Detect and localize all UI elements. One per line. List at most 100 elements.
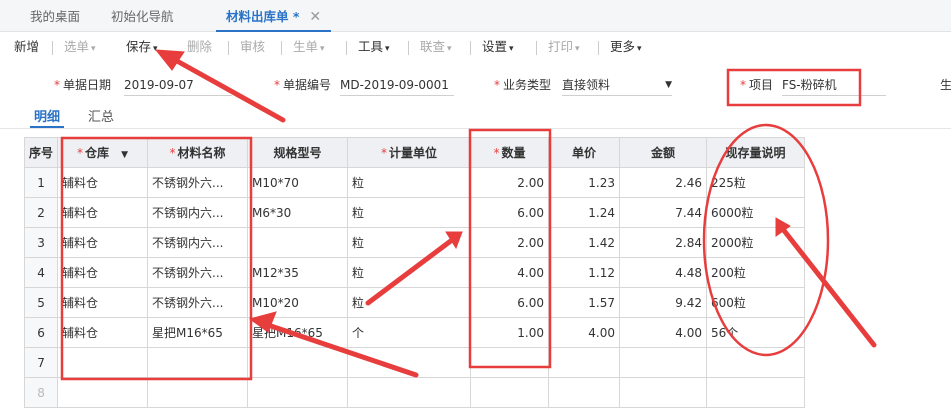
table-row[interactable]: 5 辅料仓 不锈钢外六... M10*20 粒 6.00 1.57 9.42 6… bbox=[23, 287, 806, 318]
cell-qty[interactable] bbox=[470, 347, 550, 378]
tab-material-out[interactable]: 材料出库单 * ✕ bbox=[216, 0, 332, 32]
cell-price[interactable]: 1.23 bbox=[548, 167, 621, 198]
number-field[interactable]: MD-2019-09-0001 bbox=[340, 74, 454, 96]
cell-price[interactable]: 1.57 bbox=[548, 287, 621, 318]
delete-button[interactable]: 删除 bbox=[187, 32, 212, 62]
project-value: FS-粉碎机 bbox=[782, 78, 837, 92]
save-button[interactable]: 保存 ▾ bbox=[126, 32, 158, 62]
tab-desktop[interactable]: 我的桌面 bbox=[30, 0, 80, 32]
select-order-button[interactable]: 选单 ▾ bbox=[64, 32, 96, 62]
cell-price[interactable]: 1.42 bbox=[548, 227, 621, 258]
cell-amount[interactable]: 2.84 bbox=[619, 227, 708, 258]
query-button[interactable]: 联查 ▾ bbox=[420, 32, 452, 62]
cell-warehouse[interactable] bbox=[57, 347, 149, 378]
cell-spec[interactable]: M10*20 bbox=[247, 287, 349, 318]
cell-spec[interactable]: M10*70 bbox=[247, 167, 349, 198]
table-row[interactable]: 4 辅料仓 不锈钢外六... M12*35 粒 4.00 1.12 4.48 2… bbox=[23, 257, 806, 288]
col-header-warehouse[interactable]: * 仓库 ▼ bbox=[57, 137, 149, 168]
cell-unit[interactable]: 粒 bbox=[347, 197, 472, 228]
cell-spec[interactable]: M6*30 bbox=[247, 197, 349, 228]
cell-material[interactable]: 不锈钢内六... bbox=[147, 197, 249, 228]
cell-warehouse[interactable]: 辅料仓 bbox=[57, 227, 149, 258]
cell-warehouse[interactable] bbox=[57, 377, 149, 408]
chevron-down-icon: ▾ bbox=[153, 44, 158, 54]
cell-seq: 7 bbox=[23, 347, 59, 378]
generate-button[interactable]: 生单 ▾ bbox=[293, 32, 325, 62]
cell-qty[interactable]: 1.00 bbox=[470, 317, 550, 348]
toolbar-divider bbox=[408, 41, 409, 55]
cell-amount[interactable]: 9.42 bbox=[619, 287, 708, 318]
cell-seq: 5 bbox=[23, 287, 59, 318]
new-button[interactable]: 新增 bbox=[14, 32, 39, 62]
cell-material[interactable]: 不锈钢外六... bbox=[147, 167, 249, 198]
cell-spec[interactable] bbox=[247, 347, 349, 378]
cell-material[interactable]: 星把M16*65 bbox=[147, 317, 249, 348]
cell-warehouse[interactable]: 辅料仓 bbox=[57, 167, 149, 198]
table-row[interactable]: 2 辅料仓 不锈钢内六... M6*30 粒 6.00 1.24 7.44 60… bbox=[23, 197, 806, 228]
table-row[interactable]: 8 bbox=[23, 377, 806, 408]
cell-qty[interactable] bbox=[470, 377, 550, 408]
cell-amount[interactable]: 2.46 bbox=[619, 167, 708, 198]
cell-warehouse[interactable]: 辅料仓 bbox=[57, 257, 149, 288]
toolbar-divider bbox=[52, 41, 53, 55]
cell-price[interactable]: 1.24 bbox=[548, 197, 621, 228]
settings-button[interactable]: 设置 ▾ bbox=[482, 32, 514, 62]
print-button[interactable]: 打印 ▾ bbox=[548, 32, 580, 62]
cell-unit[interactable]: 粒 bbox=[347, 287, 472, 318]
cell-unit[interactable] bbox=[347, 347, 472, 378]
cell-price[interactable]: 4.00 bbox=[548, 317, 621, 348]
tools-button[interactable]: 工具 ▾ bbox=[358, 32, 390, 62]
cell-price[interactable]: 1.12 bbox=[548, 257, 621, 288]
biz-type-select[interactable]: 直接领料 ▼ bbox=[562, 74, 672, 96]
cell-amount[interactable]: 4.48 bbox=[619, 257, 708, 288]
col-header-amount-label: 金额 bbox=[651, 146, 676, 160]
close-icon[interactable]: ✕ bbox=[309, 9, 321, 25]
cell-price[interactable] bbox=[548, 377, 621, 408]
cell-stock: 56个 bbox=[706, 317, 806, 348]
cell-unit[interactable]: 粒 bbox=[347, 257, 472, 288]
cell-material[interactable] bbox=[147, 377, 249, 408]
cell-qty[interactable]: 4.00 bbox=[470, 257, 550, 288]
cell-material[interactable] bbox=[147, 347, 249, 378]
cell-unit[interactable]: 个 bbox=[347, 317, 472, 348]
table-row[interactable]: 7 bbox=[23, 347, 806, 378]
cell-unit[interactable]: 粒 bbox=[347, 167, 472, 198]
cell-qty[interactable]: 6.00 bbox=[470, 197, 550, 228]
tab-detail[interactable]: 明细 bbox=[30, 106, 65, 128]
dropdown-arrow-icon[interactable]: ▼ bbox=[121, 150, 128, 160]
project-field[interactable]: FS-粉碎机 bbox=[782, 74, 886, 96]
tab-summary[interactable]: 汇总 bbox=[88, 106, 114, 128]
cell-spec[interactable] bbox=[247, 377, 349, 408]
cell-material[interactable]: 不锈钢内六... bbox=[147, 227, 249, 258]
tab-init-guide[interactable]: 初始化导航 bbox=[111, 0, 174, 32]
cell-warehouse[interactable]: 辅料仓 bbox=[57, 197, 149, 228]
date-field[interactable]: 2019-09-07 bbox=[124, 74, 232, 96]
table-row[interactable]: 6 辅料仓 星把M16*65 星把M16*65 个 1.00 4.00 4.00… bbox=[23, 317, 806, 348]
cell-qty[interactable]: 2.00 bbox=[470, 227, 550, 258]
cell-warehouse[interactable]: 辅料仓 bbox=[57, 287, 149, 318]
cell-spec[interactable] bbox=[247, 227, 349, 258]
col-header-seq: 序号 bbox=[23, 137, 59, 168]
chevron-down-icon: ▾ bbox=[509, 44, 514, 54]
cell-amount[interactable] bbox=[619, 377, 708, 408]
cell-qty[interactable]: 2.00 bbox=[470, 167, 550, 198]
cell-amount[interactable]: 4.00 bbox=[619, 317, 708, 348]
cell-unit[interactable] bbox=[347, 377, 472, 408]
cell-spec[interactable]: M12*35 bbox=[247, 257, 349, 288]
table-row[interactable]: 1 辅料仓 不锈钢外六... M10*70 粒 2.00 1.23 2.46 2… bbox=[23, 167, 806, 198]
cell-material[interactable]: 不锈钢外六... bbox=[147, 287, 249, 318]
cell-qty[interactable]: 6.00 bbox=[470, 287, 550, 318]
audit-button[interactable]: 审核 bbox=[240, 32, 265, 62]
cell-spec[interactable]: 星把M16*65 bbox=[247, 317, 349, 348]
cell-warehouse[interactable]: 辅料仓 bbox=[57, 317, 149, 348]
cell-material[interactable]: 不锈钢外六... bbox=[147, 257, 249, 288]
cell-seq: 1 bbox=[23, 167, 59, 198]
cell-unit[interactable]: 粒 bbox=[347, 227, 472, 258]
material-grid: 序号 * 仓库 ▼ * 材料名称 规格型号 * 计量单位 * 数量 单价 金额 现存量说明… bbox=[23, 137, 806, 408]
table-row[interactable]: 3 辅料仓 不锈钢内六... 粒 2.00 1.42 2.84 2000粒 bbox=[23, 227, 806, 258]
cell-amount[interactable] bbox=[619, 347, 708, 378]
col-header-unit: * 计量单位 bbox=[347, 137, 472, 168]
cell-amount[interactable]: 7.44 bbox=[619, 197, 708, 228]
more-button[interactable]: 更多 ▾ bbox=[610, 32, 642, 62]
cell-price[interactable] bbox=[548, 347, 621, 378]
